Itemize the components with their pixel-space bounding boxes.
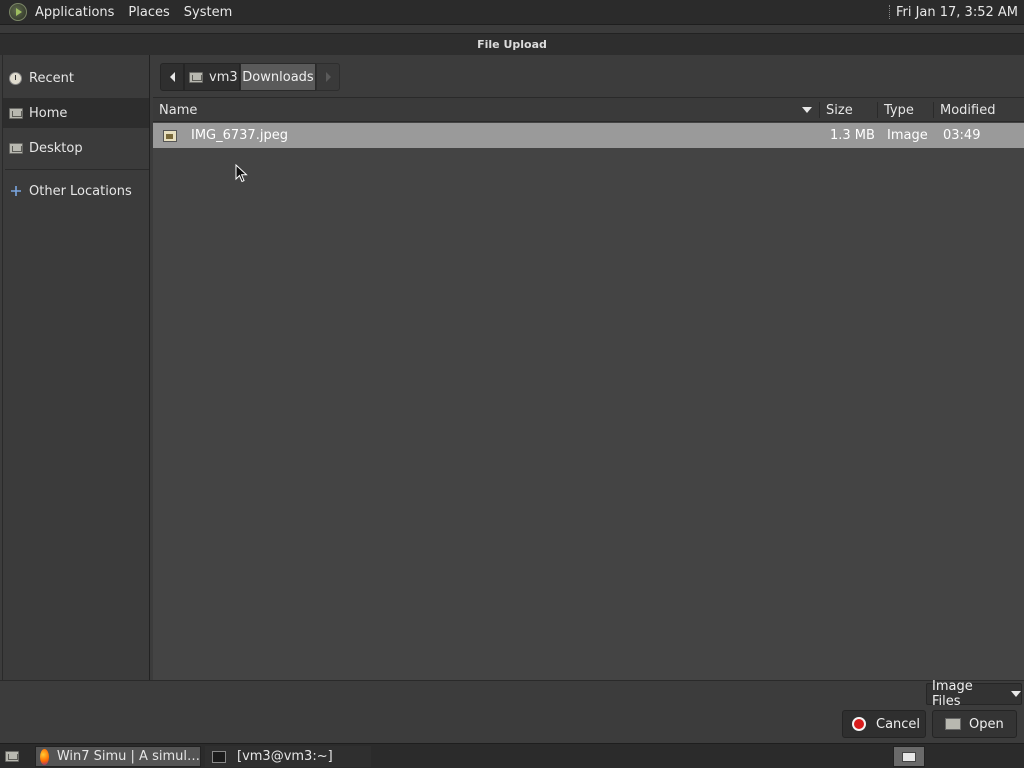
desktop-folder-icon [8, 142, 23, 155]
bottom-taskbar: Win7 Simu | A simul… [vm3@vm3:~] [0, 743, 1024, 768]
distro-logo-icon[interactable] [9, 3, 27, 21]
home-folder-icon [189, 71, 203, 83]
sidebar-item-home[interactable]: Home [3, 98, 149, 128]
panel-right: Fri Jan 17, 3:52 AM [888, 0, 1024, 25]
column-modified[interactable]: Modified [934, 98, 1024, 122]
file-size: 1.3 MB [830, 128, 875, 143]
sidebar-divider [5, 169, 149, 170]
filter-label: Image Files [932, 679, 973, 709]
sidebar-item-label: Recent [29, 70, 74, 86]
file-type: Image [887, 128, 928, 143]
places-sidebar: Recent Home Desktop Other Locations [2, 55, 150, 680]
show-desktop-button[interactable] [2, 747, 22, 766]
terminal-icon [212, 750, 226, 763]
menu-applications[interactable]: Applications [28, 0, 121, 25]
clock[interactable]: Fri Jan 17, 3:52 AM [896, 5, 1024, 20]
path-bar: vm3 Downloads [153, 55, 1024, 97]
file-type-filter-select[interactable]: Image Files [926, 679, 1022, 709]
sidebar-item-other-locations[interactable]: Other Locations [3, 176, 149, 206]
dialog-footer: Image Files Cancel Open [0, 679, 1024, 743]
sidebar-item-recent[interactable]: Recent [3, 63, 149, 93]
show-desktop-icon [5, 751, 19, 762]
firefox-icon [40, 748, 49, 765]
path-back-button[interactable] [160, 63, 184, 91]
cancel-button[interactable]: Cancel [842, 710, 926, 738]
taskbar-item-label: [vm3@vm3:~] [237, 749, 333, 764]
chevron-down-icon [1011, 691, 1021, 697]
open-label: Open [969, 716, 1004, 732]
path-segment-label: Downloads [242, 69, 314, 85]
path-segment-label: vm3 [209, 69, 238, 85]
home-folder-icon [8, 107, 23, 120]
cancel-icon [852, 717, 866, 731]
path-segment-downloads[interactable]: Downloads [240, 63, 316, 91]
file-row[interactable]: IMG_6737.jpeg 1.3 MB Image 03:49 [153, 123, 1024, 148]
window-gap [0, 25, 1024, 33]
menu-places[interactable]: Places [121, 0, 176, 25]
path-segment-vm3[interactable]: vm3 [184, 63, 240, 91]
column-name[interactable]: Name [153, 98, 818, 122]
column-header: Name Size Type Modified [153, 98, 1024, 122]
taskbar-item-terminal[interactable]: [vm3@vm3:~] [205, 746, 371, 767]
column-size[interactable]: Size [820, 98, 876, 122]
column-size-label: Size [826, 102, 853, 118]
file-modified: 03:49 [943, 128, 981, 143]
column-type[interactable]: Type [878, 98, 934, 122]
workspace-icon [902, 751, 916, 762]
taskbar-item-firefox[interactable]: Win7 Simu | A simul… [35, 746, 201, 767]
path-forward-button[interactable] [316, 63, 340, 91]
sidebar-item-label: Desktop [29, 140, 83, 156]
sort-descending-icon [802, 107, 812, 113]
file-list[interactable]: Name Size Type Modified IMG_6737.jpeg 1.… [153, 97, 1024, 680]
image-file-icon [163, 123, 183, 148]
menu-system[interactable]: System [177, 0, 239, 25]
taskbar-item-label: Win7 Simu | A simul… [56, 749, 200, 764]
panel-separator [888, 5, 891, 19]
chevron-right-icon [325, 72, 331, 82]
column-name-label: Name [159, 102, 198, 118]
recent-clock-icon [8, 71, 23, 85]
plus-icon [8, 185, 23, 198]
cancel-label: Cancel [876, 716, 921, 732]
open-button[interactable]: Open [932, 710, 1017, 738]
window-titlebar[interactable]: File Upload [0, 33, 1024, 55]
column-modified-label: Modified [940, 102, 996, 118]
top-panel: Applications Places System Fri Jan 17, 3… [0, 0, 1024, 25]
workspace-switcher[interactable] [893, 746, 925, 767]
sidebar-item-label: Other Locations [29, 183, 132, 199]
file-name: IMG_6737.jpeg [191, 128, 288, 143]
sidebar-item-label: Home [29, 105, 68, 121]
sidebar-item-desktop[interactable]: Desktop [3, 133, 149, 163]
window-title: File Upload [477, 38, 547, 51]
column-type-label: Type [884, 102, 914, 118]
chevron-left-icon [169, 72, 175, 82]
open-folder-icon [945, 718, 961, 730]
